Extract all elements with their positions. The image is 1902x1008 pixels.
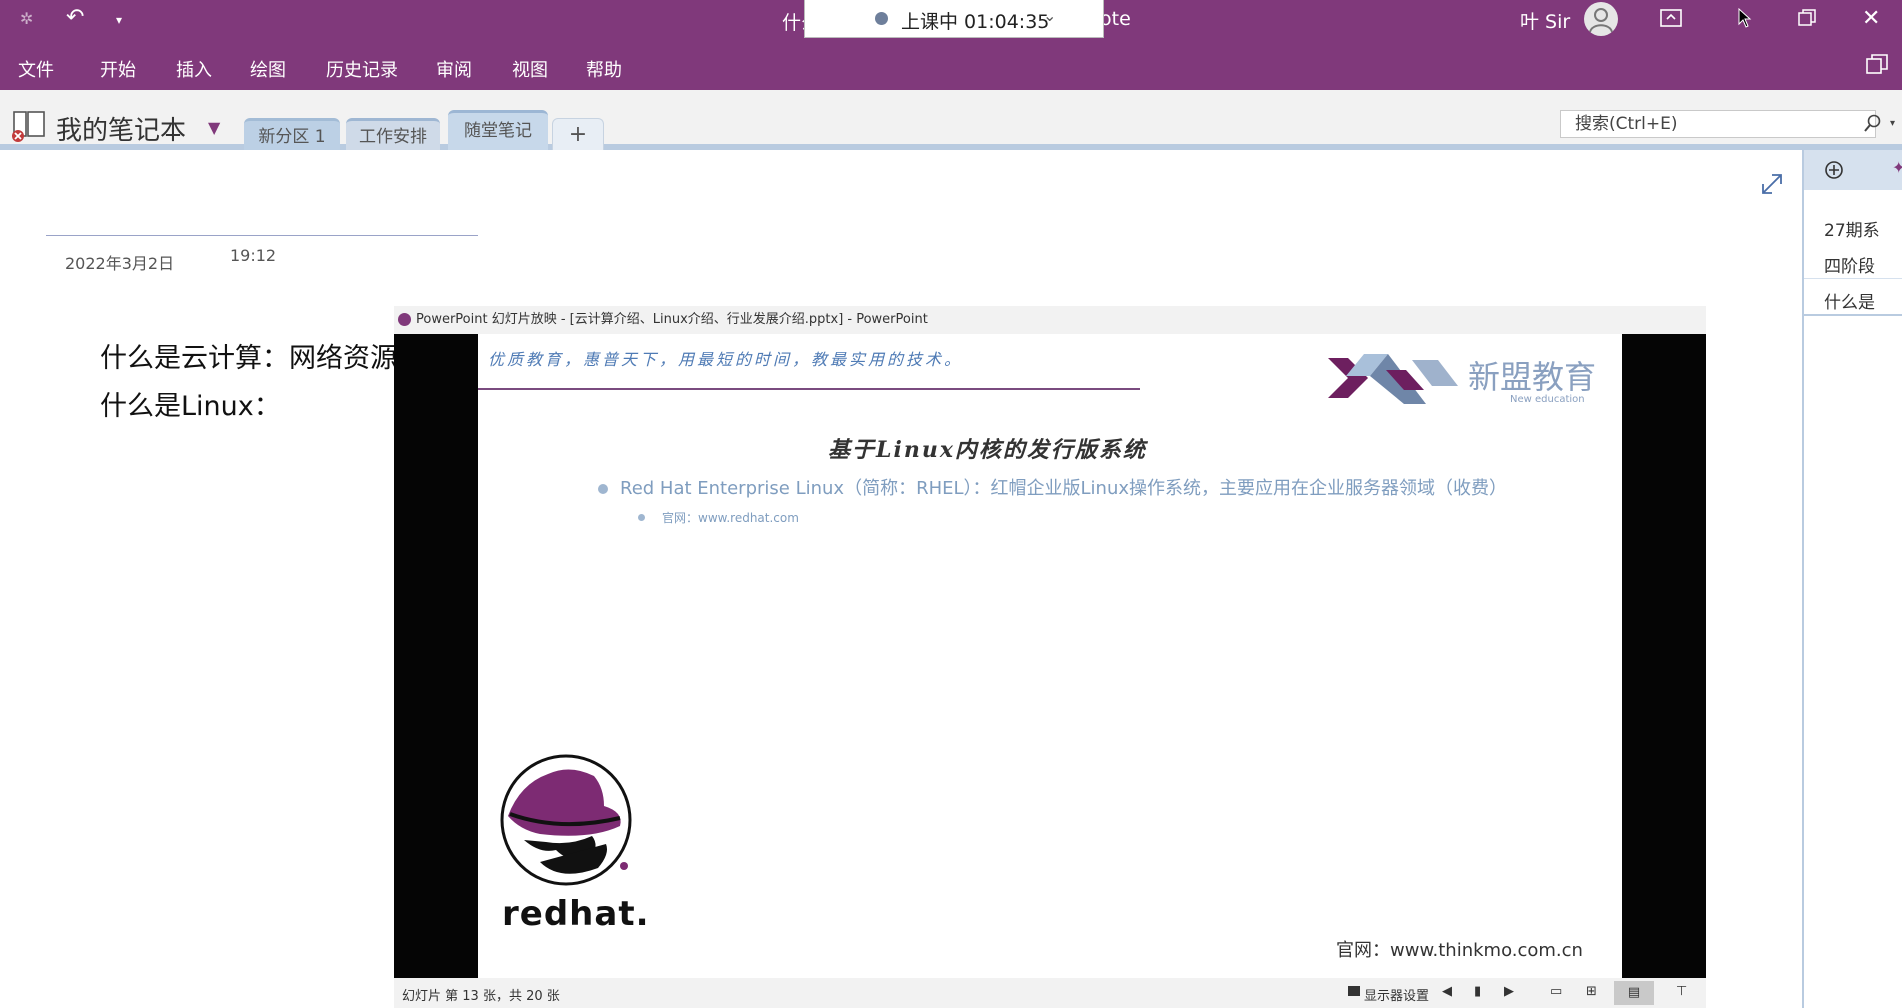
bullet-redhat-site: 官网：www.redhat.com — [662, 511, 799, 525]
page-title-line — [46, 235, 478, 236]
page-item-stage4[interactable]: 四阶段 — [1824, 252, 1875, 277]
menu-file[interactable]: 文件 — [18, 56, 54, 82]
page-date: 2022年3月2日 — [65, 254, 175, 273]
title-bar: ✲ ↶ ▾ 什么 ote 上课中 01:04:35 ⌄ 叶 Sir ✕ — [0, 0, 1902, 38]
avatar[interactable] — [1584, 2, 1618, 36]
add-icon: + — [568, 122, 588, 147]
page-time: 19:12 — [230, 246, 277, 265]
cursor-pointer-icon — [1738, 7, 1752, 32]
window-title-right: ote — [1100, 8, 1131, 30]
full-page-view-icon[interactable] — [1866, 54, 1888, 80]
note-line-cloud[interactable]: 什么是云计算：网络资源 — [100, 336, 397, 375]
bullet-rhel: Red Hat Enterprise Linux（简称：RHEL）：红帽企业版L… — [620, 478, 1508, 499]
lesson-timer-pill[interactable]: 上课中 01:04:35 ⌄ — [804, 0, 1104, 38]
page-item-27[interactable]: 27期系 — [1824, 216, 1880, 241]
notebook-dropdown-icon[interactable]: ▼ — [208, 118, 220, 137]
search-icon[interactable] — [1863, 113, 1883, 141]
brand-logo-icon — [1326, 346, 1466, 420]
redhat-wordmark: redhat. — [502, 894, 650, 934]
notebook-name[interactable]: 我的笔记本 — [56, 110, 186, 147]
add-page-icon[interactable] — [1824, 160, 1844, 184]
grid-view-icon[interactable]: ⊞ — [1586, 984, 1597, 999]
ppt-window-title: PowerPoint 幻灯片放映 - [云计算介绍、Linux介绍、行业发展介绍… — [394, 306, 1706, 334]
pages-pane-header: ✦ — [1804, 150, 1902, 190]
menu-view[interactable]: 视图 — [512, 56, 548, 82]
menu-insert[interactable]: 插入 — [176, 56, 212, 82]
slideshow-view-icon[interactable]: ⊤ — [1676, 984, 1687, 999]
user-avatar-icon — [1589, 8, 1613, 33]
tab-label: 新分区 1 — [258, 127, 326, 147]
page-item-what-is[interactable]: 什么是 — [1824, 288, 1875, 313]
display-settings-icon[interactable] — [1348, 986, 1360, 996]
ribbon-display-options-icon[interactable] — [1660, 8, 1682, 32]
brand-name: 新盟教育 — [1468, 358, 1597, 396]
letterbox-left — [394, 334, 478, 978]
bullet-dot-2 — [638, 514, 645, 521]
chevron-down-icon[interactable]: ⌄ — [1043, 6, 1056, 25]
tab-class-notes[interactable]: 随堂笔记 — [448, 110, 548, 150]
add-section-button[interactable]: + — [552, 118, 604, 150]
slide-footer-site: 官网：www.thinkmo.com.cn — [1336, 940, 1583, 961]
search-input[interactable]: 搜索(Ctrl+E) — [1560, 110, 1881, 138]
autosave-icon[interactable]: ✲ — [20, 9, 33, 29]
powerpoint-icon — [398, 313, 411, 326]
slide-motto: 优质教育，惠普天下，用最短的时间，教最实用的技术。 — [488, 350, 964, 369]
menu-draw[interactable]: 绘图 — [250, 56, 286, 82]
search-placeholder: 搜索(Ctrl+E) — [1575, 114, 1678, 134]
menu-review[interactable]: 审阅 — [436, 56, 472, 82]
tab-work-plan[interactable]: 工作安排 — [346, 118, 440, 150]
bullet-dot-1 — [598, 484, 608, 494]
next-slide-icon[interactable]: ▶ — [1504, 984, 1514, 999]
reading-view-icon[interactable]: ▤ — [1614, 981, 1654, 1005]
ppt-title-text: PowerPoint 幻灯片放映 - [云计算介绍、Linux介绍、行业发展介绍… — [416, 312, 928, 327]
menu-history[interactable]: 历史记录 — [326, 56, 398, 82]
quick-access-dropdown-icon[interactable]: ▾ — [116, 10, 122, 30]
notebook-icon[interactable] — [10, 110, 50, 146]
normal-view-icon[interactable]: ▭ — [1550, 984, 1562, 999]
tab-label: 随堂笔记 — [464, 121, 532, 141]
previous-slide-icon[interactable]: ◀ — [1442, 984, 1452, 999]
brand-subtitle: New education — [1510, 394, 1585, 405]
user-name[interactable]: 叶 Sir — [1520, 7, 1570, 34]
ribbon-menu-bar: 文件 开始 插入 绘图 历史记录 审阅 视图 帮助 — [0, 38, 1902, 90]
ppt-status-bar: 幻灯片 第 13 张，共 20 张 显示器设置 ◀ ▮ ▶ ▭ ⊞ ▤ ⊤ — [394, 978, 1706, 1008]
slide-counter: 幻灯片 第 13 张，共 20 张 — [402, 989, 560, 1004]
slide[interactable]: 优质教育，惠普天下，用最短的时间，教最实用的技术。 新盟教育 New educa… — [478, 334, 1622, 978]
close-window-icon[interactable]: ✕ — [1862, 6, 1880, 31]
redhat-logo-icon — [500, 754, 640, 898]
recording-dot-icon — [875, 12, 888, 25]
expand-page-icon[interactable] — [1760, 172, 1784, 200]
pages-pane: ✦ 27期系 四阶段 什么是 — [1802, 150, 1902, 1008]
slide-sorter-icon[interactable]: ▮ — [1474, 984, 1481, 999]
display-settings-button[interactable]: 显示器设置 — [1364, 985, 1429, 1004]
undo-icon[interactable]: ↶ — [66, 7, 84, 29]
notebook-section-bar: 我的笔记本 ▼ 新分区 1 工作安排 随堂笔记 + 搜索(Ctrl+E) ▾ — [0, 90, 1902, 150]
tab-label: 工作安排 — [359, 127, 427, 147]
letterbox-right — [1622, 334, 1706, 978]
menu-help[interactable]: 帮助 — [586, 56, 622, 82]
tab-new-section-1[interactable]: 新分区 1 — [244, 118, 340, 150]
menu-home[interactable]: 开始 — [100, 56, 136, 82]
page-options-icon[interactable]: ✦ — [1892, 158, 1902, 177]
note-line-linux[interactable]: 什么是Linux： — [100, 384, 281, 423]
restore-window-icon[interactable] — [1798, 9, 1816, 31]
slide-title: 基于Linux内核的发行版系统 — [828, 437, 1147, 463]
lesson-status-text: 上课中 01:04:35 — [901, 11, 1050, 33]
powerpoint-slideshow-window[interactable]: PowerPoint 幻灯片放映 - [云计算介绍、Linux介绍、行业发展介绍… — [394, 306, 1706, 1008]
slide-header-line — [478, 388, 1140, 390]
search-scope-dropdown-icon[interactable]: ▾ — [1890, 118, 1895, 129]
